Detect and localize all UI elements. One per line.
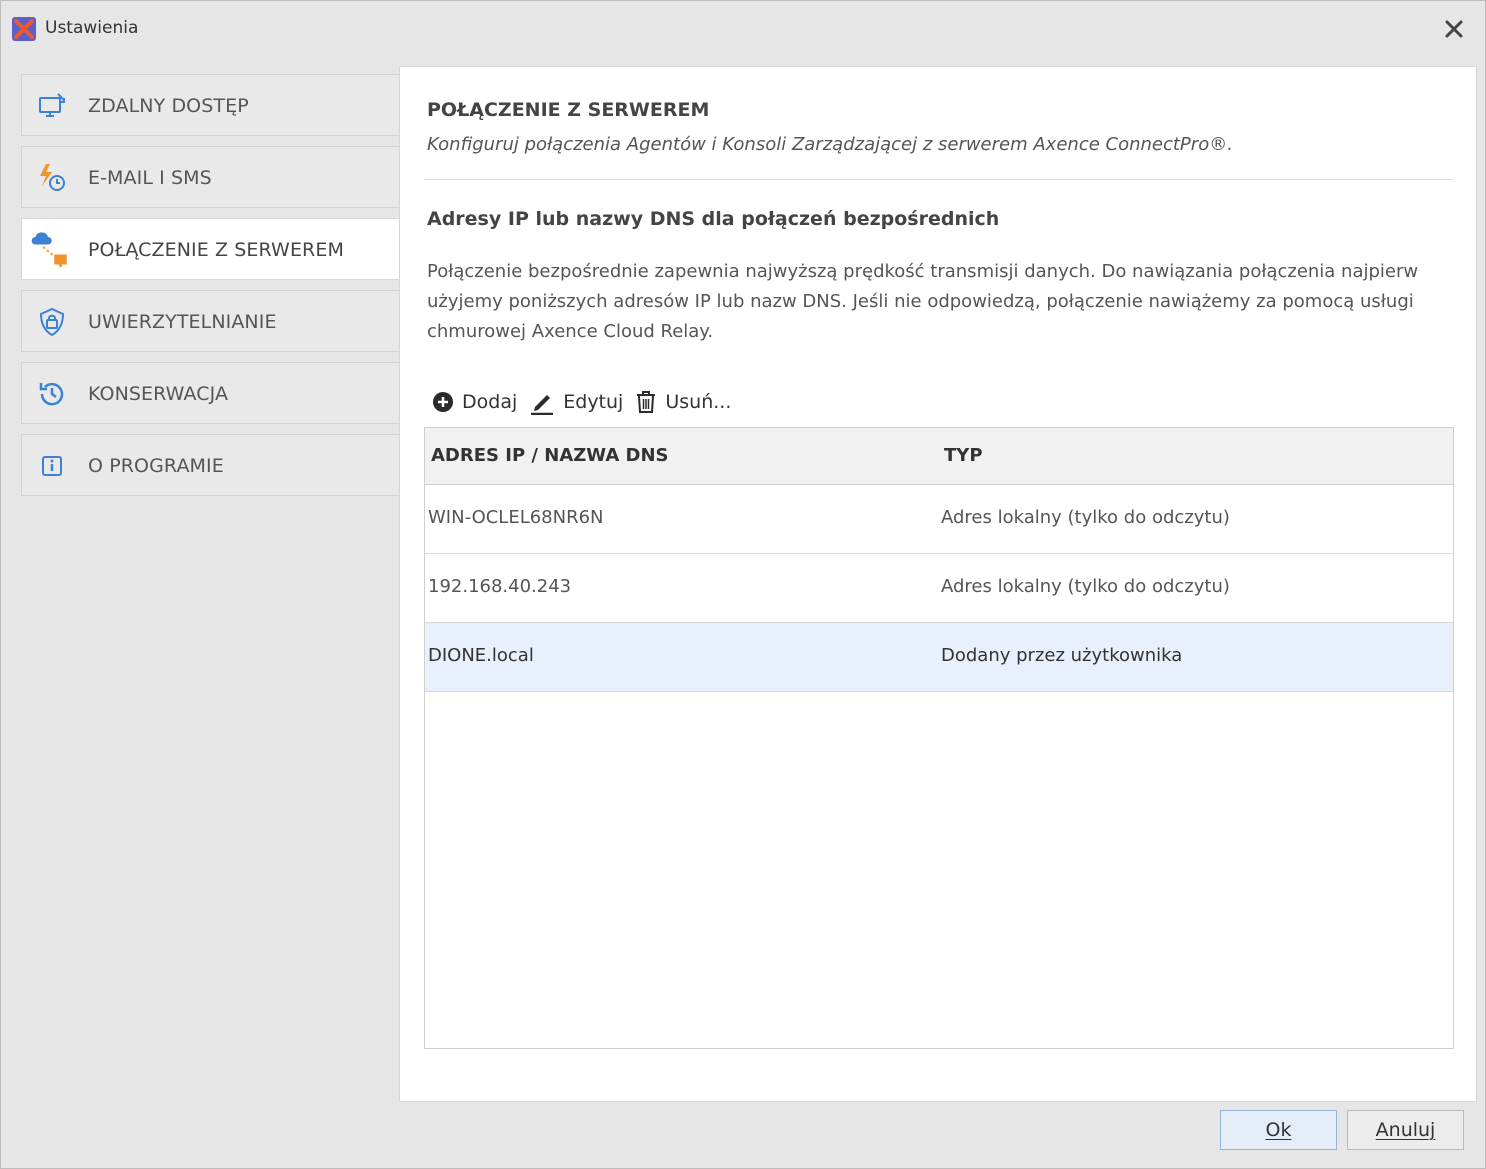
title-bar: Ustawienia — [1, 1, 1486, 57]
section-description: Połączenie bezpośrednie zapewnia najwyżs… — [427, 261, 1419, 342]
trash-icon — [637, 391, 656, 413]
alert-clock-icon — [40, 164, 65, 191]
settings-window: Ustawienia ZDALNY DOSTĘP E-MAIL I SMS PO… — [0, 0, 1486, 1169]
remote-monitor-icon — [39, 93, 65, 117]
cell-address: DIONE.local — [428, 645, 534, 666]
address-toolbar: Dodaj Edytuj Usuń... — [432, 385, 743, 419]
info-icon — [42, 456, 62, 476]
app-logo-icon — [12, 17, 36, 41]
edit-button[interactable]: Edytuj — [529, 389, 623, 415]
column-header-type[interactable]: TYP — [944, 445, 983, 466]
sidebar-item-about[interactable]: O PROGRAMIE — [21, 434, 401, 496]
history-icon — [39, 382, 64, 406]
pencil-icon — [531, 395, 554, 415]
page-subtitle: Konfiguruj połączenia Agentów i Konsoli … — [427, 134, 1233, 155]
column-header-address[interactable]: ADRES IP / NAZWA DNS — [431, 445, 669, 466]
address-table: ADRES IP / NAZWA DNS TYP WIN-OCLEL68NR6N… — [424, 427, 1454, 1049]
cancel-label: Anuluj — [1375, 1119, 1436, 1141]
divider — [424, 179, 1454, 180]
edit-label: Edytuj — [563, 391, 624, 413]
sidebar-item-maintenance[interactable]: KONSERWACJA — [21, 362, 401, 424]
sidebar-item-remote-access[interactable]: ZDALNY DOSTĘP — [21, 74, 401, 136]
cloud-server-icon — [31, 232, 67, 267]
delete-label: Usuń... — [665, 391, 732, 413]
sidebar-item-authentication[interactable]: UWIERZYTELNIANIE — [21, 290, 401, 352]
cell-address: 192.168.40.243 — [428, 576, 572, 597]
sidebar-item-label: UWIERZYTELNIANIE — [88, 311, 277, 333]
lock-shield-icon — [39, 307, 65, 337]
sidebar-item-label: E-MAIL I SMS — [88, 167, 212, 189]
add-label: Dodaj — [462, 391, 518, 413]
table-header: ADRES IP / NAZWA DNS TYP — [425, 428, 1453, 485]
delete-button[interactable]: Usuń... — [635, 390, 731, 414]
plus-circle-icon — [433, 392, 453, 412]
table-row[interactable]: DIONE.local Dodany przez użytkownika — [425, 623, 1453, 692]
close-button[interactable] — [1437, 13, 1471, 45]
sidebar-item-email-sms[interactable]: E-MAIL I SMS — [21, 146, 401, 208]
cell-type: Adres lokalny (tylko do odczytu) — [941, 507, 1230, 528]
cell-type: Adres lokalny (tylko do odczytu) — [941, 576, 1230, 597]
add-button[interactable]: Dodaj — [432, 391, 517, 413]
close-icon — [1445, 20, 1463, 38]
sidebar-item-label: POŁĄCZENIE Z SERWEREM — [88, 239, 344, 261]
table-row[interactable]: 192.168.40.243 Adres lokalny (tylko do o… — [425, 554, 1453, 623]
cell-type: Dodany przez użytkownika — [941, 645, 1183, 666]
ok-button[interactable]: Ok — [1220, 1110, 1337, 1150]
page-title: POŁĄCZENIE Z SERWEREM — [427, 99, 710, 121]
sidebar-item-label: ZDALNY DOSTĘP — [88, 95, 249, 117]
cell-address: WIN-OCLEL68NR6N — [428, 507, 604, 528]
cancel-button[interactable]: Anuluj — [1347, 1110, 1464, 1150]
sidebar-item-label: O PROGRAMIE — [88, 455, 224, 477]
ok-label: Ok — [1265, 1119, 1292, 1141]
window-title: Ustawienia — [45, 18, 139, 38]
sidebar-item-label: KONSERWACJA — [88, 383, 229, 405]
server-connection-panel: POŁĄCZENIE Z SERWEREM Konfiguruj połącze… — [399, 66, 1477, 1102]
section-title: Adresy IP lub nazwy DNS dla połączeń bez… — [427, 208, 1000, 230]
sidebar-item-server-connection[interactable]: POŁĄCZENIE Z SERWEREM — [21, 218, 401, 280]
table-row[interactable]: WIN-OCLEL68NR6N Adres lokalny (tylko do … — [425, 485, 1453, 554]
